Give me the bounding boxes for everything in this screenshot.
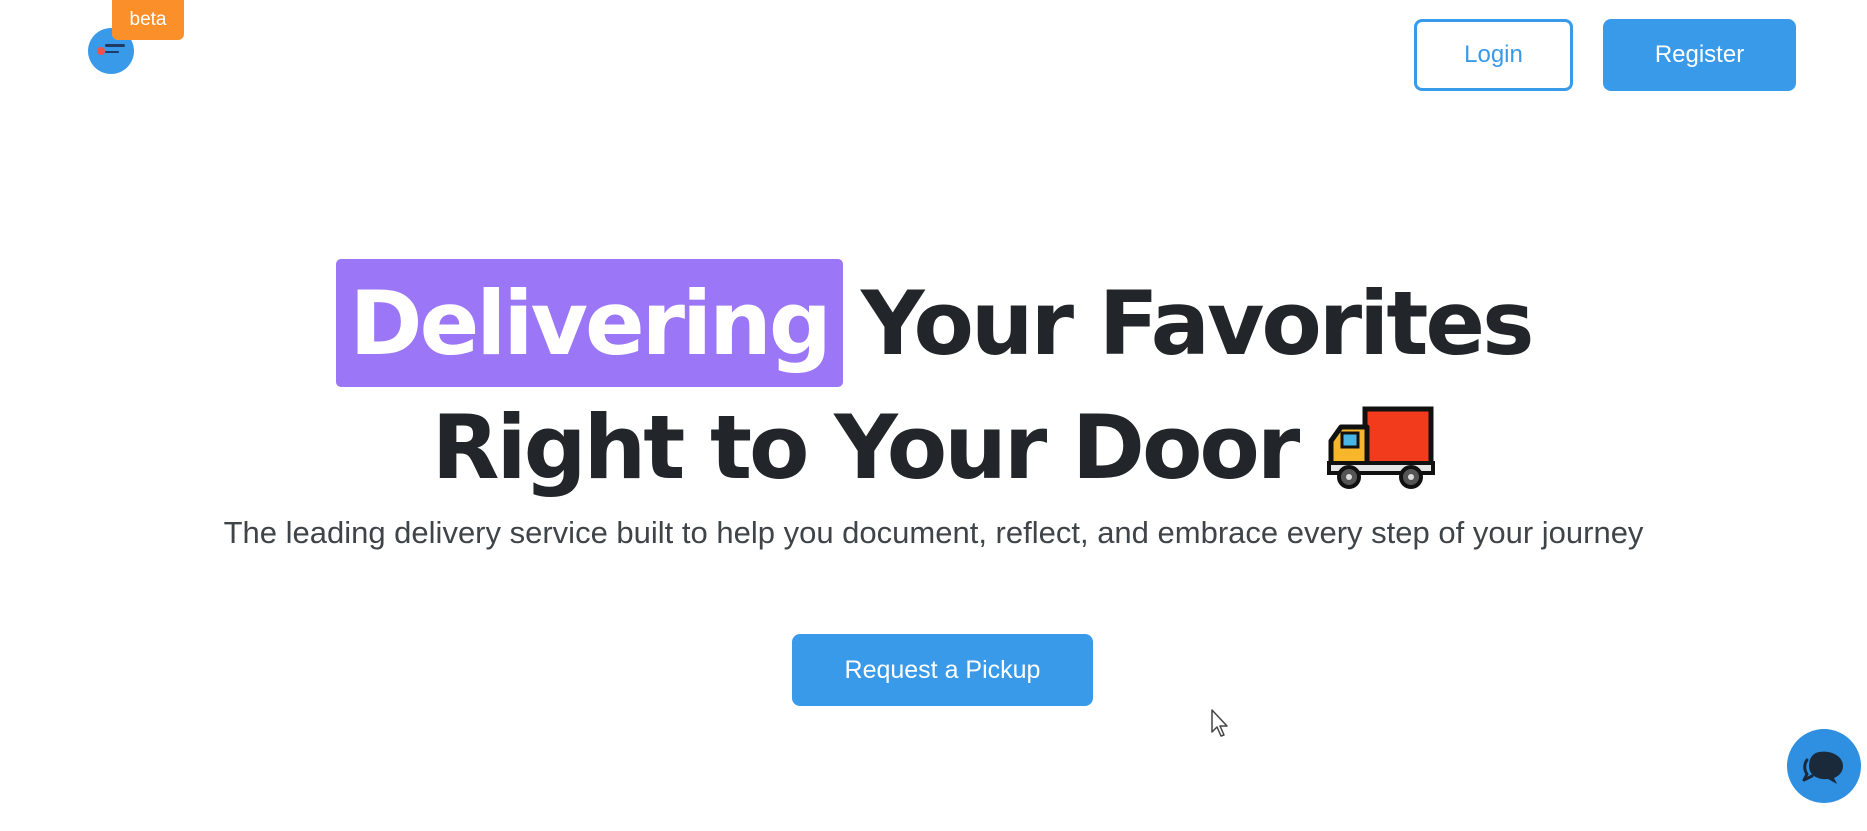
mouse-cursor-icon [1211,709,1228,737]
request-pickup-button[interactable]: Request a Pickup [792,634,1093,706]
delivery-truck-icon [1327,406,1436,489]
login-button[interactable]: Login [1414,19,1573,91]
chat-button[interactable] [1787,729,1861,803]
hero-heading-line1: Delivering Your Favorites [0,259,1867,387]
hero-highlight-word: Delivering [335,259,843,387]
hero-heading-rest: Your Favorites [860,271,1535,375]
hero-heading-line2: Right to Your Door [0,392,1867,502]
landing-page: beta Login Register Delivering Your Favo… [0,0,1867,831]
beta-badge: beta [112,0,184,40]
hero-subtitle: The leading delivery service built to he… [223,515,1644,550]
chat-bubbles-icon [1802,751,1843,784]
register-button[interactable]: Register [1603,19,1796,91]
hero-heading-line2-text: Right to Your Door [431,395,1301,499]
brand-logo[interactable]: beta [88,0,198,80]
